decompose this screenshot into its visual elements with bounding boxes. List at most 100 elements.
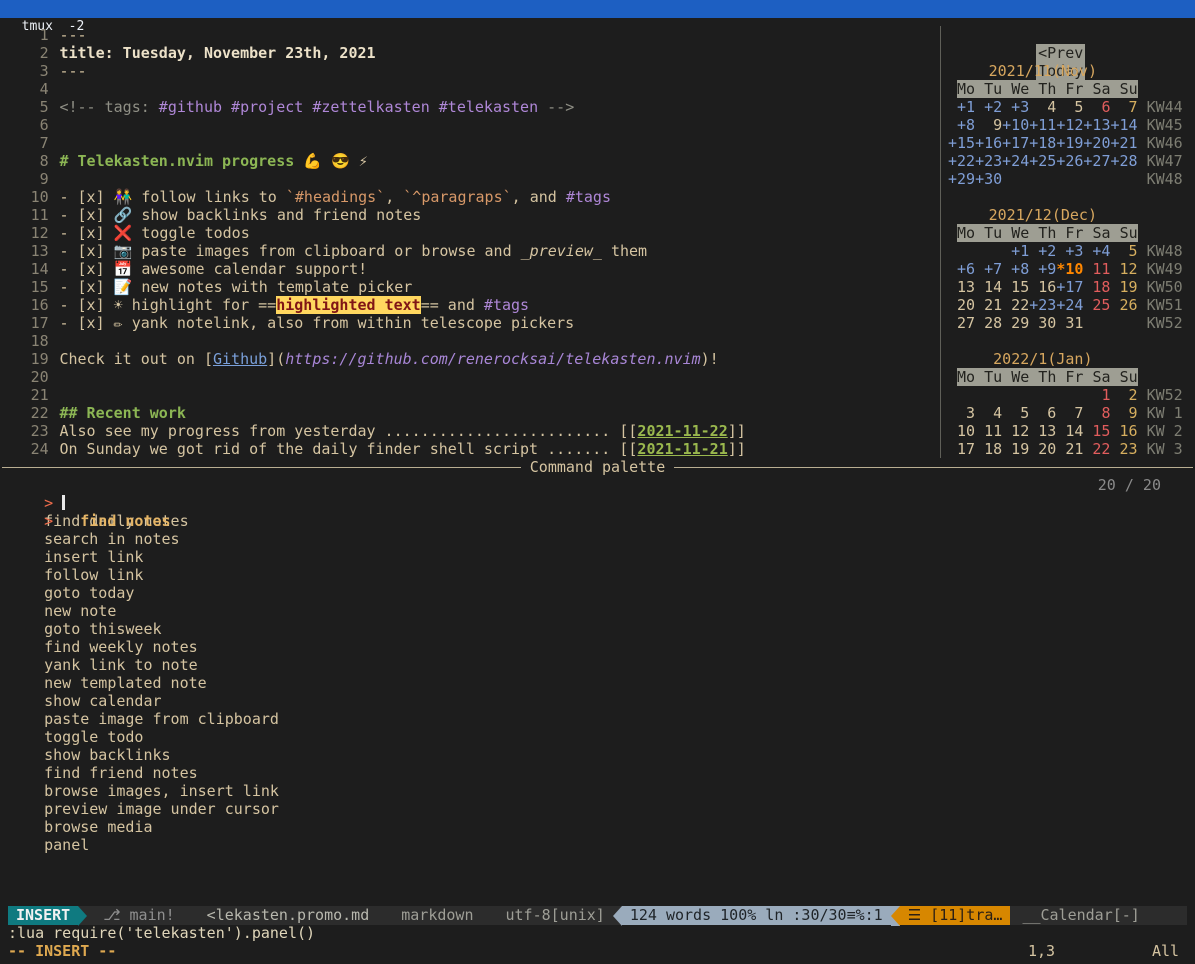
calendar-day[interactable]: +24 (1056, 296, 1083, 314)
calendar-day[interactable]: 7 (1110, 98, 1137, 116)
editor-line[interactable]: 10- [x] 👫 follow links to `#headings`, `… (8, 188, 933, 206)
calendar-pane[interactable]: <Prev Today Next> 2021/11(Nov) Mo Tu We … (948, 26, 1188, 476)
calendar-day[interactable]: 6 (1083, 98, 1110, 116)
calendar-day[interactable]: 18 (975, 440, 1002, 458)
editor-line[interactable]: 21 (8, 386, 933, 404)
calendar-day[interactable]: 2 (1110, 386, 1137, 404)
palette-item[interactable]: toggle todo (0, 728, 1195, 746)
palette-item[interactable]: new templated note (0, 674, 1195, 692)
editor-line[interactable]: 18 (8, 332, 933, 350)
calendar-day[interactable]: *10 (1056, 260, 1083, 278)
editor-line[interactable]: 16- [x] ☀ highlight for ==highlighted te… (8, 296, 933, 314)
editor-line[interactable]: 6 (8, 116, 933, 134)
calendar-day[interactable]: 6 (1029, 404, 1056, 422)
calendar-day[interactable]: +22 (948, 152, 975, 170)
calendar-day[interactable]: +3 (1056, 242, 1083, 260)
calendar-day[interactable]: 28 (975, 314, 1002, 332)
calendar-day[interactable]: 5 (1002, 404, 1029, 422)
palette-item[interactable]: browse images, insert link (0, 782, 1195, 800)
editor-line[interactable]: 24On Sunday we got rid of the daily find… (8, 440, 933, 458)
calendar-day[interactable]: +17 (1002, 134, 1029, 152)
editor-line[interactable]: 23Also see my progress from yesterday ..… (8, 422, 933, 440)
calendar-day[interactable]: 22 (1083, 440, 1110, 458)
calendar-day[interactable]: 9 (1110, 404, 1137, 422)
calendar-day[interactable]: 18 (1083, 278, 1110, 296)
palette-item[interactable]: find daily notes (0, 512, 1195, 530)
calendar-day[interactable]: 3 (948, 404, 975, 422)
calendar-day[interactable]: 22 (1002, 296, 1029, 314)
palette-item[interactable]: preview image under cursor (0, 800, 1195, 818)
calendar-day[interactable]: +3 (1002, 98, 1029, 116)
calendar-day[interactable]: 25 (1083, 296, 1110, 314)
calendar-day[interactable]: 23 (1110, 440, 1137, 458)
editor-line[interactable]: 19Check it out on [Github](https://githu… (8, 350, 933, 368)
calendar-day[interactable]: 8 (1083, 404, 1110, 422)
editor-line[interactable]: 22## Recent work (8, 404, 933, 422)
calendar-day[interactable]: +28 (1110, 152, 1137, 170)
calendar-day[interactable]: 17 (948, 440, 975, 458)
calendar-day[interactable]: +15 (948, 134, 975, 152)
palette-item[interactable]: paste image from clipboard (0, 710, 1195, 728)
palette-selected-item[interactable]: >find notes (0, 494, 1195, 512)
palette-item[interactable]: find friend notes (0, 764, 1195, 782)
calendar-day[interactable]: 29 (1002, 314, 1029, 332)
calendar-day[interactable]: +14 (1110, 116, 1137, 134)
calendar-day[interactable]: +1 (948, 98, 975, 116)
palette-item[interactable]: insert link (0, 548, 1195, 566)
editor-pane[interactable]: 1---2title: Tuesday, November 23th, 2021… (8, 26, 933, 458)
palette-item[interactable]: goto today (0, 584, 1195, 602)
calendar-day[interactable]: 26 (1110, 296, 1137, 314)
editor-line[interactable]: 2title: Tuesday, November 23th, 2021 (8, 44, 933, 62)
editor-line[interactable]: 3--- (8, 62, 933, 80)
calendar-day[interactable]: 21 (1056, 440, 1083, 458)
calendar-day[interactable]: +21 (1110, 134, 1137, 152)
calendar-prev-button[interactable]: <Prev (1036, 44, 1085, 62)
calendar-day[interactable]: 13 (948, 278, 975, 296)
palette-item[interactable]: new note (0, 602, 1195, 620)
calendar-day[interactable]: +16 (975, 134, 1002, 152)
calendar-day[interactable]: 1 (1083, 386, 1110, 404)
calendar-day[interactable]: 27 (948, 314, 975, 332)
palette-item[interactable]: panel (0, 836, 1195, 854)
calendar-day[interactable]: +20 (1083, 134, 1110, 152)
text-segment[interactable]: 2021-11-22 (637, 422, 727, 440)
calendar-day[interactable]: 31 (1056, 314, 1083, 332)
editor-line[interactable]: 12- [x] ❌ toggle todos (8, 224, 933, 242)
calendar-day[interactable]: 11 (1083, 260, 1110, 278)
calendar-day[interactable]: 16 (1029, 278, 1056, 296)
editor-line[interactable]: 8# Telekasten.nvim progress 💪 😎 ⚡ (8, 152, 933, 170)
calendar-day[interactable]: 20 (948, 296, 975, 314)
calendar-day[interactable]: 4 (975, 404, 1002, 422)
text-segment[interactable]: https://github.com/renerocksai/telekaste… (285, 350, 700, 368)
editor-line[interactable]: 15- [x] 📝 new notes with template picker (8, 278, 933, 296)
calendar-day[interactable]: +9 (1029, 260, 1056, 278)
calendar-day[interactable]: +24 (1002, 152, 1029, 170)
palette-item[interactable]: show backlinks (0, 746, 1195, 764)
editor-line[interactable]: 17- [x] ✏ yank notelink, also from withi… (8, 314, 933, 332)
palette-item[interactable]: show calendar (0, 692, 1195, 710)
calendar-day[interactable]: 10 (948, 422, 975, 440)
calendar-day[interactable]: +23 (1029, 296, 1056, 314)
calendar-day[interactable]: +6 (948, 260, 975, 278)
calendar-day[interactable]: +2 (975, 98, 1002, 116)
palette-item[interactable]: follow link (0, 566, 1195, 584)
editor-line[interactable]: 20 (8, 368, 933, 386)
calendar-day[interactable]: +17 (1056, 278, 1083, 296)
calendar-day[interactable]: 14 (975, 278, 1002, 296)
palette-item[interactable]: goto thisweek (0, 620, 1195, 638)
calendar-day[interactable]: +2 (1029, 242, 1056, 260)
calendar-day[interactable]: +30 (975, 170, 1002, 188)
calendar-day[interactable]: 19 (1110, 278, 1137, 296)
calendar-day[interactable]: 5 (1056, 98, 1083, 116)
editor-line[interactable]: 11- [x] 🔗 show backlinks and friend note… (8, 206, 933, 224)
calendar-day[interactable]: 15 (1002, 278, 1029, 296)
calendar-day[interactable]: +27 (1083, 152, 1110, 170)
calendar-day[interactable]: +19 (1056, 134, 1083, 152)
calendar-day[interactable]: +1 (1002, 242, 1029, 260)
calendar-day[interactable]: +11 (1029, 116, 1056, 134)
editor-line[interactable]: 1--- (8, 26, 933, 44)
calendar-day[interactable]: +10 (1002, 116, 1029, 134)
editor-line[interactable]: 5<!-- tags: #github #project #zettelkast… (8, 98, 933, 116)
calendar-day[interactable]: +25 (1029, 152, 1056, 170)
palette-prompt-row[interactable]: > 20 / 20 (0, 476, 1195, 494)
